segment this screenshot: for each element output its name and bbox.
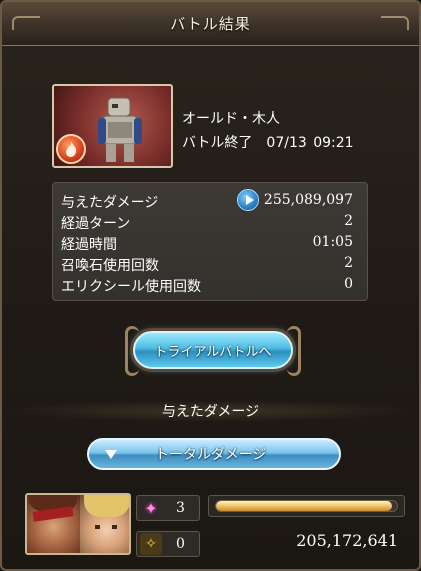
play-icon[interactable] bbox=[237, 189, 259, 211]
guard-count: 0 bbox=[176, 536, 185, 552]
title-ornament-right bbox=[381, 16, 409, 30]
stat-value: 0 bbox=[344, 276, 353, 292]
stat-row-turns: 経過ターン 2 bbox=[61, 212, 357, 233]
damage-section-title: 与えたダメージ bbox=[2, 400, 419, 422]
hero-eye bbox=[95, 525, 100, 529]
stat-label: 経過ターン bbox=[61, 215, 131, 232]
button-frame-left bbox=[125, 326, 139, 376]
stat-row-time: 経過時間 01:05 bbox=[61, 233, 357, 254]
button-frame-right bbox=[287, 326, 301, 376]
stat-row-damage: 与えたダメージ 255,089,097 bbox=[61, 189, 357, 212]
stat-row-elixirs: エリクシール使用回数 0 bbox=[61, 275, 357, 296]
critical-count: 3 bbox=[176, 500, 185, 516]
battle-stats-panel: 与えたダメージ 255,089,097 経過ターン 2 経過時間 01:05 召… bbox=[52, 182, 368, 301]
damage-share-track bbox=[215, 500, 398, 512]
stat-value: 01:05 bbox=[312, 234, 353, 250]
hero-eye bbox=[112, 525, 117, 529]
title-bar: バトル結果 bbox=[2, 2, 419, 46]
stat-label: 経過時間 bbox=[61, 236, 117, 253]
stat-label: 召喚石使用回数 bbox=[61, 257, 159, 274]
character-damage-row: ✦ 3 ✧ 0 205,172,641 bbox=[23, 493, 408, 563]
total-damage-dropdown[interactable]: トータルダメージ bbox=[87, 438, 341, 470]
trial-battle-button-label: トライアルバトルへ bbox=[154, 344, 272, 360]
critical-count-box: ✦ 3 bbox=[136, 495, 200, 521]
fire-element-icon bbox=[56, 134, 86, 164]
hero-portrait-left bbox=[27, 495, 80, 553]
guard-shield-icon: ✧ bbox=[140, 533, 162, 555]
damage-share-bar bbox=[208, 495, 405, 517]
character-portrait bbox=[25, 493, 131, 555]
hero-hair bbox=[84, 495, 129, 517]
training-dummy-icon bbox=[98, 97, 142, 162]
stat-value: 2 bbox=[344, 213, 353, 229]
total-damage-label: トータルダメージ bbox=[155, 447, 267, 463]
stat-label: 与えたダメージ bbox=[61, 194, 159, 211]
window-title: バトル結果 bbox=[170, 15, 251, 33]
character-damage-total: 205,172,641 bbox=[296, 531, 398, 550]
boss-name: オールド・木人 bbox=[182, 111, 280, 127]
stat-row-summons: 召喚石使用回数 2 bbox=[61, 254, 357, 275]
stat-label: エリクシール使用回数 bbox=[61, 278, 201, 295]
stat-value: 2 bbox=[344, 255, 353, 271]
title-ornament-left bbox=[12, 16, 40, 30]
battle-result-window: バトル結果 オールド・木人 バトル終了 07/13 09:21 与えたダメージ … bbox=[0, 0, 421, 571]
chevron-down-icon bbox=[105, 449, 117, 459]
trial-battle-button[interactable]: トライアルバトルへ bbox=[125, 326, 301, 376]
critical-sparkle-icon: ✦ bbox=[144, 498, 158, 518]
battle-status: バトル終了 07/13 09:21 bbox=[182, 135, 354, 151]
damage-share-fill bbox=[216, 501, 392, 511]
hero-portrait-right bbox=[80, 495, 129, 553]
stat-value: 255,089,097 bbox=[263, 192, 353, 208]
guard-count-box: ✧ 0 bbox=[136, 531, 200, 557]
